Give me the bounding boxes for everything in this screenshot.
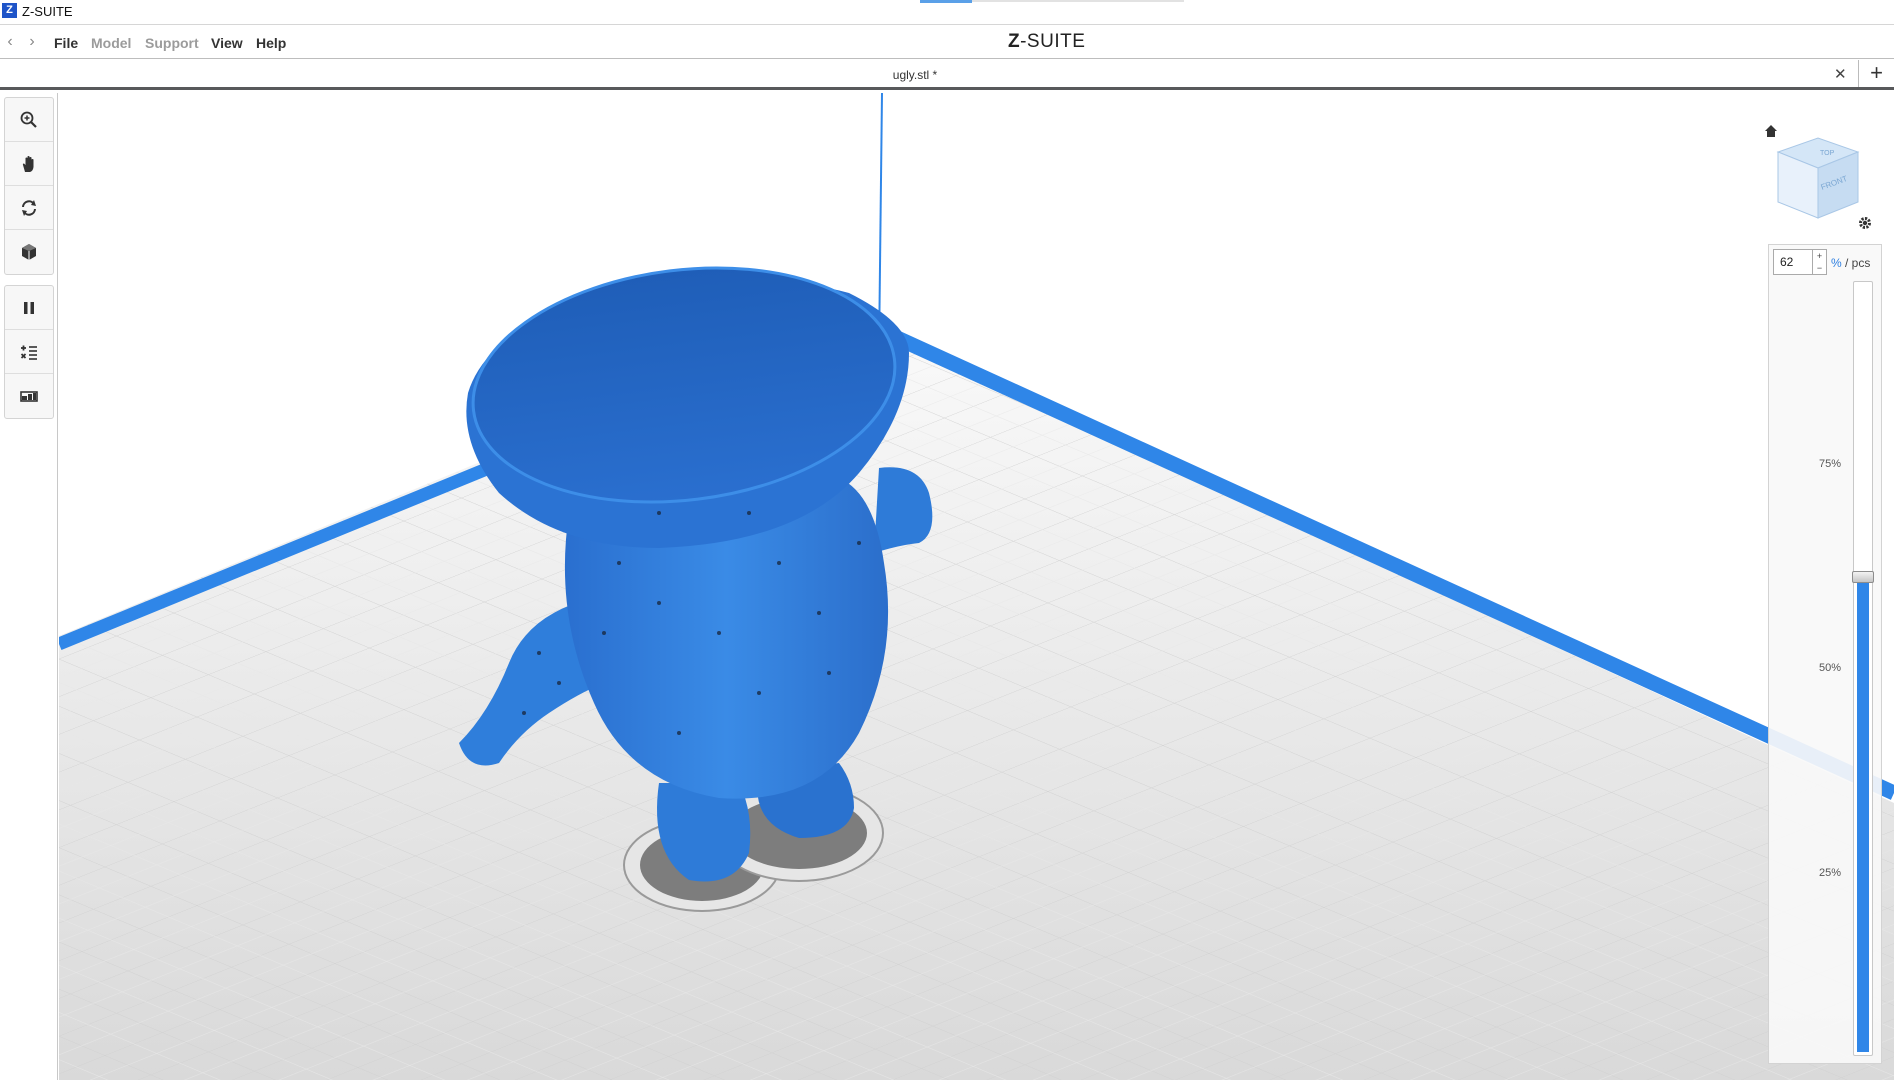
tick-25: 25% [1819,867,1842,879]
pan-hand-icon [22,155,34,172]
layer-value-stepper[interactable]: + − [1813,249,1827,275]
left-toolbar [0,93,58,1080]
view-cube[interactable]: TOP FRONT [1764,122,1872,232]
view-cube-top-label: TOP [1820,150,1835,157]
rotate-button[interactable] [5,186,53,230]
view-tools-group [4,97,54,275]
title-bar-divider [972,0,1184,2]
rotate-icon [22,199,36,216]
menu-model[interactable]: Model [91,35,131,51]
layer-view-button[interactable] [5,374,53,418]
layer-value-input[interactable]: 62 [1773,249,1813,275]
layer-view-icon [20,391,38,402]
add-tab-button[interactable]: + [1858,60,1894,87]
layer-list-button[interactable] [5,330,53,374]
brand-suite: -SUITE [1020,31,1086,52]
tick-50: 50% [1819,662,1842,674]
menu-support[interactable]: Support [145,35,199,51]
brand-z: Z [1008,31,1021,52]
layer-slider-fill [1857,576,1869,1052]
menu-bar: ‹ › File Model Support View Help Z-SUITE [0,26,1894,59]
window-title: Z-SUITE [22,4,73,19]
tab-ugly-stl[interactable]: ugly.stl * [0,68,1830,82]
forward-arrow-icon[interactable]: › [24,33,40,51]
pause-button[interactable] [5,286,53,330]
layer-unit-label: % / pcs [1831,256,1870,270]
brand-logo: Z-SUITE [1008,31,1085,53]
layer-slider-thumb[interactable] [1852,571,1874,583]
menu-file[interactable]: File [54,35,78,51]
close-tab-icon[interactable]: ✕ [1834,65,1847,83]
menu-help[interactable]: Help [256,35,286,51]
title-bar-accent [920,0,972,3]
pan-button[interactable] [5,142,53,186]
layer-slider-track[interactable] [1852,281,1874,1056]
app-logo-icon: Z [2,3,17,18]
unit-pcs[interactable]: / pcs [1842,256,1870,270]
layer-slider-panel: 62 + − % / pcs 75% 50% 25% [1768,244,1882,1064]
view-mode-button[interactable] [5,230,53,274]
menu-view[interactable]: View [211,35,243,51]
zoom-icon [20,111,37,128]
build-scene [59,93,1894,1080]
pause-icon [24,301,34,314]
stepper-up[interactable]: + [1813,250,1826,262]
stepper-down[interactable]: − [1813,262,1826,274]
3d-viewport[interactable] [59,93,1894,1080]
layer-list-icon [20,345,37,360]
back-arrow-icon[interactable]: ‹ [2,33,18,51]
zoom-button[interactable] [5,98,53,142]
layer-tools-group [4,285,54,419]
unit-percent[interactable]: % [1831,256,1842,270]
gear-icon[interactable] [1857,215,1873,231]
z-suite-window: Z Z-SUITE ‹ › File Model Support View He… [0,0,1894,1080]
tick-75: 75% [1819,458,1842,470]
view-cube-icon [22,244,36,260]
title-bar: Z Z-SUITE [0,0,1894,25]
document-tab-bar: ugly.stl * ✕ + [0,60,1894,90]
